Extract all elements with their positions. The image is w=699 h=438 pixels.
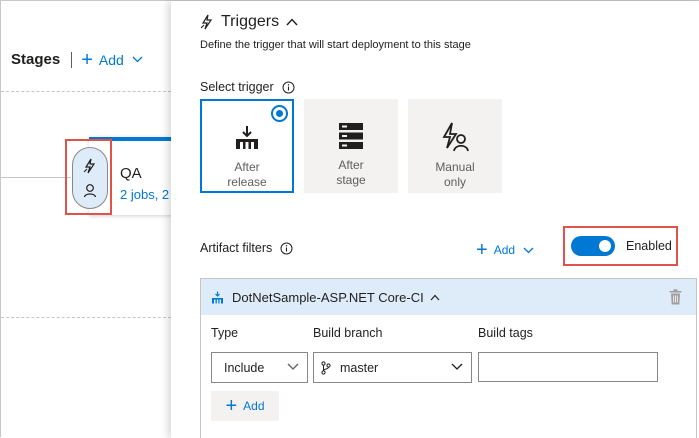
add-filter-label: Add [493, 243, 516, 257]
stages-toolbar: Stages + Add [11, 48, 143, 71]
triggers-panel: Triggers Define the trigger that will st… [171, 1, 699, 438]
build-tags-column-label: Build tags [478, 326, 533, 340]
build-branch-column-label: Build branch [313, 326, 383, 340]
chevron-up-icon [286, 18, 298, 26]
type-dropdown[interactable]: Include [211, 352, 308, 383]
trigger-options: After release After stage Manual only [200, 99, 512, 193]
chevron-down-icon [132, 56, 143, 63]
branch-value: master [340, 360, 379, 375]
add-row-label: Add [243, 399, 265, 413]
info-icon[interactable] [282, 81, 295, 94]
artifact-filters-text: Artifact filters [200, 241, 273, 255]
trigger-lightning-icon [200, 14, 213, 30]
chevron-down-icon [451, 363, 463, 370]
highlight-box-toggle [563, 226, 678, 266]
type-column-label: Type [211, 326, 239, 340]
select-trigger-text: Select trigger [200, 80, 274, 94]
triggers-title: Triggers [221, 13, 280, 30]
triggers-section-header[interactable]: Triggers [200, 13, 298, 31]
tile-label: Manual only [435, 160, 475, 189]
tile-label: After release [227, 160, 267, 189]
trigger-option-after-stage[interactable]: After stage [304, 99, 398, 193]
toolbar-separator [71, 51, 73, 68]
radio-selected-icon [271, 105, 288, 122]
branch-icon [321, 360, 331, 375]
lane-divider [1, 91, 171, 92]
plus-icon: + [476, 239, 488, 261]
trash-icon[interactable] [669, 289, 682, 305]
build-branch-dropdown[interactable]: master [313, 352, 472, 383]
build-tags-input[interactable] [478, 352, 658, 382]
triggers-description: Define the trigger that will start deplo… [200, 39, 471, 51]
plus-icon: + [81, 48, 93, 71]
trigger-option-after-release[interactable]: After release [200, 99, 294, 193]
stage-jobs-link[interactable]: 2 jobs, 2 [120, 187, 169, 202]
plus-icon: + [225, 395, 238, 417]
add-artifact-filter-button[interactable]: + Add [476, 239, 534, 261]
tile-label: After stage [336, 158, 366, 187]
artifact-name: DotNetSample-ASP.NET Core-CI [232, 289, 424, 305]
artifact-header[interactable]: DotNetSample-ASP.NET Core-CI [201, 279, 696, 315]
artifact-filters-label: Artifact filters [200, 241, 293, 255]
lane-divider [1, 317, 171, 318]
trigger-option-manual-only[interactable]: Manual only [408, 99, 502, 193]
chevron-up-icon [430, 294, 440, 300]
build-artifact-icon [212, 291, 223, 303]
release-icon [236, 126, 258, 149]
add-stage-label: Add [98, 51, 124, 68]
select-trigger-label: Select trigger [200, 80, 295, 94]
chevron-down-icon [287, 363, 299, 370]
stages-title: Stages [11, 51, 61, 68]
pipeline-canvas: Stages + Add [1, 1, 171, 438]
highlight-box-trigger [65, 139, 112, 215]
stage-icon [339, 123, 363, 149]
chevron-down-icon [523, 247, 534, 253]
stage-name: QA [120, 165, 142, 182]
pipeline-connector [1, 177, 71, 178]
manual-icon [442, 122, 469, 152]
add-row-button[interactable]: + Add [211, 391, 279, 421]
type-value: Include [224, 360, 265, 375]
artifact-filter-card: DotNetSample-ASP.NET Core-CI Type Build … [200, 278, 697, 438]
info-icon[interactable] [280, 242, 293, 255]
add-stage-button[interactable]: + Add [81, 48, 143, 71]
